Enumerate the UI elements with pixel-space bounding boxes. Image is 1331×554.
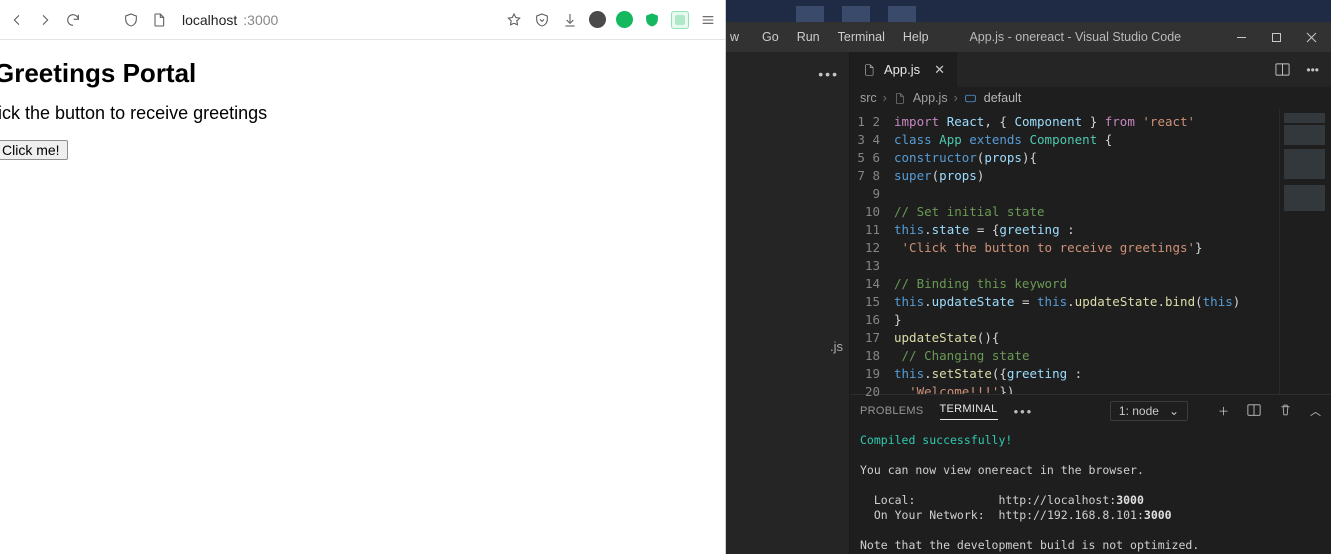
panel-tab-problems[interactable]: PROBLEMS — [860, 405, 924, 417]
page-heading: Greetings Portal — [0, 58, 725, 89]
back-icon[interactable] — [8, 11, 26, 29]
menu-run[interactable]: Run — [797, 30, 820, 44]
browser-toolbar: localhost :3000 — [0, 0, 725, 40]
extension-green-icon[interactable] — [616, 11, 633, 28]
page-subtext: lick the button to receive greetings — [0, 103, 725, 124]
maximize-icon[interactable] — [1271, 32, 1282, 43]
bottom-panel: PROBLEMS TERMINAL ••• 1: node ⌄ ＋ ︿ — [850, 394, 1331, 554]
panel-more-icon[interactable]: ••• — [1014, 404, 1034, 419]
taskbar-tile[interactable] — [796, 6, 824, 22]
chevron-right-icon: › — [883, 91, 887, 105]
taskbar-tile[interactable] — [842, 6, 870, 22]
panel-tab-terminal[interactable]: TERMINAL — [940, 403, 998, 420]
line-gutter: 1 2 3 4 5 6 7 8 9 10 11 12 13 14 15 16 1… — [850, 109, 890, 394]
vscode-window: w Go Run Terminal Help App.js - onereact… — [726, 0, 1331, 554]
shield-green-icon[interactable] — [643, 11, 661, 29]
crumb-src[interactable]: src — [860, 91, 877, 105]
sidebar-file-label[interactable]: .js — [830, 339, 843, 354]
shield-icon[interactable] — [122, 11, 140, 29]
url-host: localhost — [182, 12, 237, 28]
vscode-menubar: w Go Run Terminal Help App.js - onereact… — [726, 22, 1331, 52]
split-panel-icon[interactable] — [1247, 403, 1261, 419]
menu-go[interactable]: Go — [762, 30, 779, 44]
bookmark-star-icon[interactable] — [505, 11, 523, 29]
code-area[interactable]: import React, { Component } from 'react'… — [890, 109, 1279, 394]
menu-help[interactable]: Help — [903, 30, 929, 44]
menu-terminal[interactable]: Terminal — [838, 30, 885, 44]
file-icon — [862, 63, 876, 77]
desktop-taskbar — [726, 0, 1331, 22]
terminal-output[interactable]: Compiled successfully! You can now view … — [850, 427, 1331, 554]
tab-app-js[interactable]: App.js ✕ — [850, 52, 958, 87]
address-bar[interactable]: localhost :3000 — [178, 10, 438, 30]
breadcrumb[interactable]: src › App.js › default — [850, 87, 1331, 109]
crumb-symbol[interactable]: default — [984, 91, 1022, 105]
browser-window: localhost :3000 Greetings Portal lick the… — [0, 0, 726, 554]
tab-filename: App.js — [884, 62, 920, 77]
window-title: App.js - onereact - Visual Studio Code — [947, 30, 1204, 44]
forward-icon[interactable] — [36, 11, 54, 29]
hamburger-menu-icon[interactable] — [699, 11, 717, 29]
terminal-selector[interactable]: 1: node ⌄ — [1110, 401, 1188, 421]
code-editor[interactable]: 1 2 3 4 5 6 7 8 9 10 11 12 13 14 15 16 1… — [850, 109, 1331, 394]
page-info-icon[interactable] — [150, 11, 168, 29]
trash-icon[interactable] — [1279, 403, 1292, 419]
browser-page: Greetings Portal lick the button to rece… — [0, 40, 725, 160]
activity-sidebar: ••• .js — [726, 52, 850, 554]
extension-grammarly-icon[interactable] — [671, 11, 689, 29]
sidebar-more-icon[interactable]: ••• — [818, 66, 839, 82]
split-editor-icon[interactable] — [1275, 62, 1290, 77]
menu-item[interactable]: w — [730, 30, 744, 44]
chevron-up-icon[interactable]: ︿ — [1310, 403, 1321, 419]
url-port: :3000 — [243, 12, 278, 28]
minimap[interactable] — [1279, 109, 1331, 394]
click-me-button[interactable]: Click me! — [0, 140, 68, 160]
crumb-file[interactable]: App.js — [913, 91, 948, 105]
close-icon[interactable] — [1306, 32, 1317, 43]
chevron-down-icon: ⌄ — [1169, 404, 1179, 418]
pocket-icon[interactable] — [533, 11, 551, 29]
new-terminal-icon[interactable]: ＋ — [1218, 403, 1229, 419]
chevron-right-icon: › — [954, 91, 958, 105]
minimize-icon[interactable] — [1236, 32, 1247, 43]
taskbar-tile[interactable] — [888, 6, 916, 22]
reload-icon[interactable] — [64, 11, 82, 29]
download-icon[interactable] — [561, 11, 579, 29]
extension-dark-icon[interactable] — [589, 11, 606, 28]
editor-tabs: App.js ✕ ••• — [850, 52, 1331, 87]
more-actions-icon[interactable]: ••• — [1306, 63, 1319, 77]
panel-tabs: PROBLEMS TERMINAL ••• 1: node ⌄ ＋ ︿ — [850, 395, 1331, 427]
terminal-select-label: 1: node — [1119, 404, 1159, 418]
symbol-icon — [964, 91, 978, 105]
tab-close-icon[interactable]: ✕ — [934, 62, 945, 78]
file-icon — [893, 91, 907, 105]
